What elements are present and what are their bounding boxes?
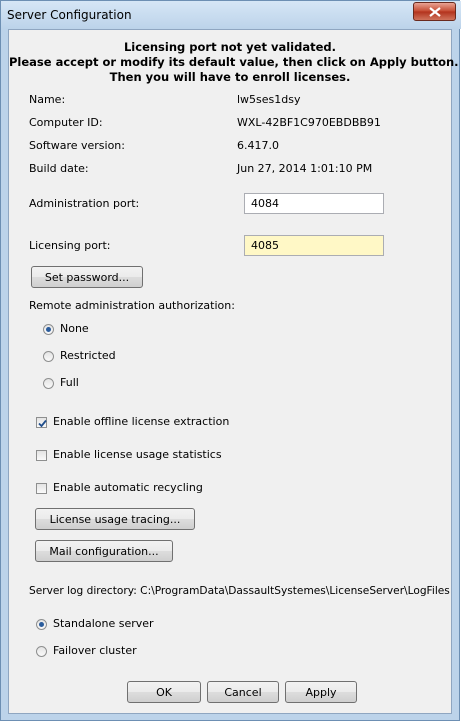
radio-failover-cluster[interactable]: Failover cluster <box>36 644 137 657</box>
radio-standalone-server[interactable]: Standalone server <box>36 617 154 630</box>
checkbox-label: Enable license usage statistics <box>53 448 222 461</box>
name-value: lw5ses1dsy <box>237 93 301 106</box>
radio-remote-full[interactable]: Full <box>43 376 79 389</box>
build-date-value: Jun 27, 2014 1:01:10 PM <box>237 162 373 175</box>
radio-remote-none[interactable]: None <box>43 322 89 335</box>
radio-label: Standalone server <box>53 617 154 630</box>
dialog-body: Licensing port not yet validated. Please… <box>8 29 459 714</box>
title-bar: Server Configuration <box>1 1 461 29</box>
ok-button[interactable]: OK <box>127 681 201 703</box>
cancel-button[interactable]: Cancel <box>207 681 279 703</box>
radio-label: Restricted <box>60 349 116 362</box>
checkbox-usage-statistics[interactable]: Enable license usage statistics <box>36 448 222 461</box>
checkbox-label: Enable automatic recycling <box>53 481 203 494</box>
radio-unselected-icon <box>43 350 54 362</box>
radio-label: Full <box>60 376 79 389</box>
checkbox-unchecked-icon <box>36 482 47 494</box>
notice-line-3: Then you will have to enroll licenses. <box>109 70 351 84</box>
computer-id-value: WXL-42BF1C970EBDBB91 <box>237 116 381 129</box>
license-usage-tracing-button[interactable]: License usage tracing... <box>35 508 195 530</box>
radio-remote-restricted[interactable]: Restricted <box>43 349 116 362</box>
computer-id-label: Computer ID: <box>29 116 103 129</box>
close-button[interactable] <box>413 2 456 21</box>
mail-configuration-button[interactable]: Mail configuration... <box>35 540 173 562</box>
licensing-port-input[interactable] <box>244 235 384 256</box>
radio-label: Failover cluster <box>53 644 137 657</box>
checkbox-unchecked-icon <box>36 449 47 461</box>
window-title: Server Configuration <box>7 8 132 22</box>
set-password-button[interactable]: Set password... <box>31 266 143 288</box>
licensing-port-label: Licensing port: <box>29 239 111 252</box>
notice-line-2: Please accept or modify its default valu… <box>9 55 459 69</box>
checkbox-label: Enable offline license extraction <box>53 415 230 428</box>
radio-selected-icon <box>43 323 54 335</box>
radio-unselected-icon <box>43 377 54 389</box>
radio-label: None <box>60 322 89 335</box>
radio-selected-icon <box>36 618 47 630</box>
software-version-label: Software version: <box>29 139 125 152</box>
build-date-label: Build date: <box>29 162 89 175</box>
notice-line-1: Licensing port not yet validated. <box>123 40 336 54</box>
remote-admin-label: Remote administration authorization: <box>29 299 235 312</box>
admin-port-input[interactable] <box>244 193 384 214</box>
radio-unselected-icon <box>36 645 47 657</box>
apply-button[interactable]: Apply <box>285 681 357 703</box>
checkbox-offline-extraction[interactable]: Enable offline license extraction <box>36 415 229 428</box>
name-label: Name: <box>29 93 66 106</box>
software-version-value: 6.417.0 <box>237 139 279 152</box>
checkbox-checked-icon <box>36 416 47 428</box>
server-configuration-window: Server Configuration Licensing port not … <box>0 0 461 721</box>
admin-port-label: Administration port: <box>29 197 140 210</box>
checkbox-automatic-recycling[interactable]: Enable automatic recycling <box>36 481 203 494</box>
close-icon <box>429 7 441 17</box>
server-log-directory: Server log directory: C:\ProgramData\Das… <box>29 585 450 597</box>
